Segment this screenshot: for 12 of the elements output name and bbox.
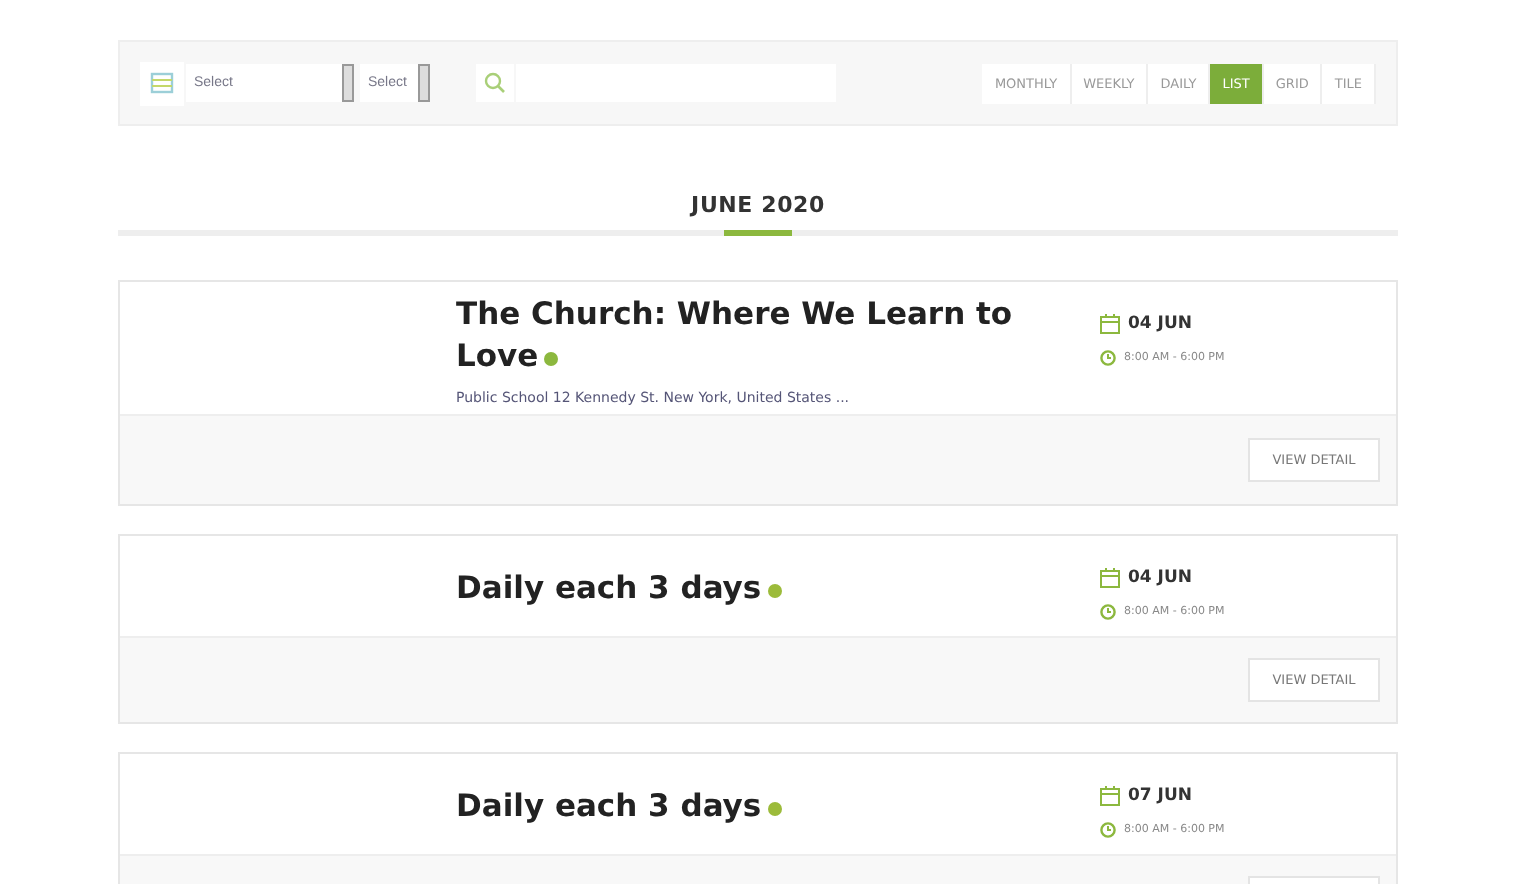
event-date: 07 JUN	[1128, 786, 1192, 806]
search-icon	[476, 64, 514, 102]
clock-icon	[1100, 822, 1116, 838]
clock-icon	[1100, 350, 1116, 366]
month-underline	[724, 230, 792, 236]
clock-icon	[1100, 604, 1116, 620]
event-title[interactable]: Daily each 3 days	[456, 567, 1056, 609]
event-title[interactable]: Daily each 3 days	[456, 785, 1056, 827]
event-date: 04 JUN	[1128, 314, 1192, 334]
event-date: 04 JUN	[1128, 568, 1192, 588]
month-heading: JUNE 2020	[691, 192, 825, 218]
event-title[interactable]: The Church: Where We Learn to Love	[456, 294, 1056, 378]
